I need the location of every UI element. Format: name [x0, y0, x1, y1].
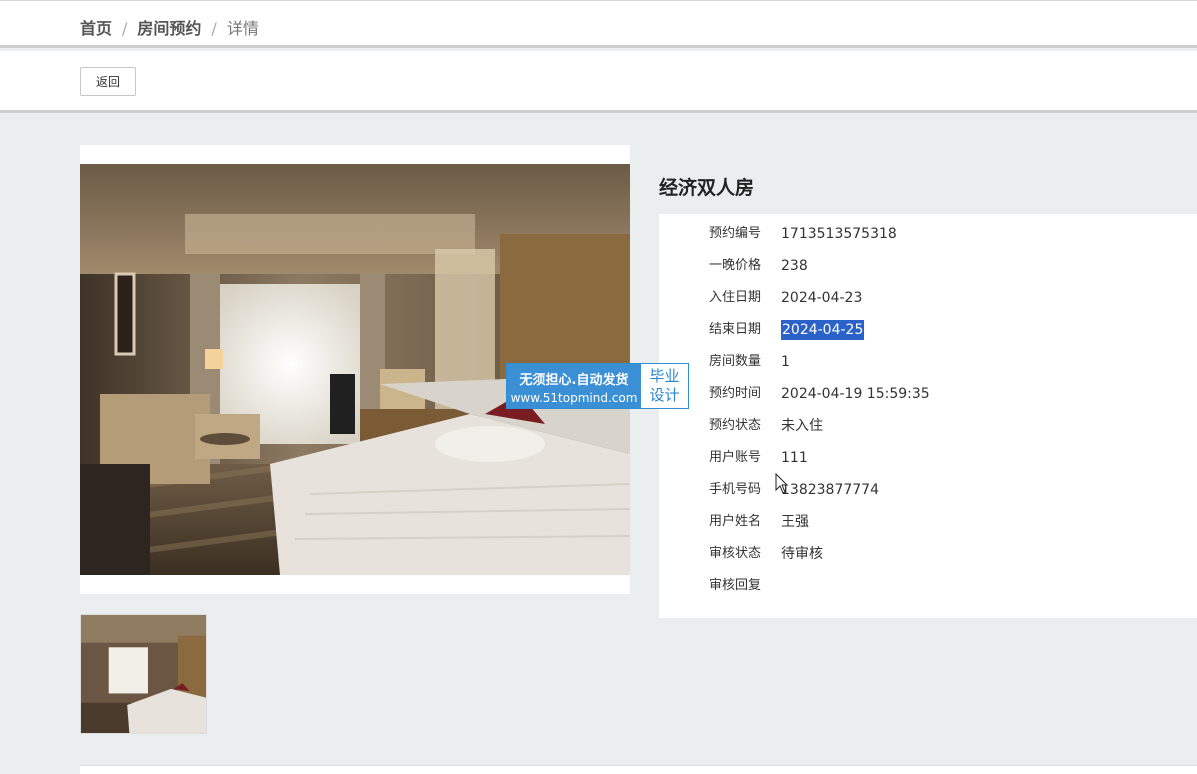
breadcrumb-home[interactable]: 首页 — [80, 19, 112, 38]
back-button[interactable]: 返回 — [80, 67, 136, 96]
info-row-price: 一晚价格 238 — [659, 250, 1197, 282]
breadcrumb-separator: / — [211, 19, 217, 38]
info-row-booking-time: 预约时间 2024-04-19 15:59:35 — [659, 378, 1197, 410]
info-value: 2024-04-19 15:59:35 — [781, 386, 930, 402]
info-row-user-account: 用户账号 111 — [659, 442, 1197, 474]
info-label: 预约编号 — [708, 226, 761, 241]
toolbar: 返回 — [0, 51, 1197, 113]
info-label: 审核回复 — [708, 578, 761, 593]
info-value-selected: 2024-04-25 — [781, 320, 865, 340]
info-value: 1 — [781, 354, 790, 370]
watermark-tag: 毕业 设计 — [641, 364, 688, 408]
info-label: 用户姓名 — [708, 514, 761, 529]
info-row-checkin-date: 入住日期 2024-04-23 — [659, 282, 1197, 314]
watermark-tag-bottom: 设计 — [649, 386, 680, 404]
breadcrumb-current: 详情 — [226, 19, 259, 38]
breadcrumb-bar: 首页 / 房间预约 / 详情 — [0, 0, 1197, 48]
info-label: 一晚价格 — [708, 258, 761, 273]
watermark-badge: 无须担心.自动发货 www.51topmind.com 毕业 设计 — [506, 363, 689, 409]
info-row-booking-status: 预约状态 未入住 — [659, 410, 1197, 442]
room-thumbnail[interactable] — [80, 614, 207, 734]
info-row-end-date: 结束日期 2024-04-25 — [659, 314, 1197, 346]
info-label: 预约状态 — [708, 418, 761, 433]
info-row-review-status: 审核状态 待审核 — [659, 538, 1197, 570]
breadcrumb: 首页 / 房间预约 / 详情 — [80, 15, 259, 39]
info-label: 审核状态 — [708, 546, 761, 561]
info-label: 结束日期 — [708, 322, 761, 337]
info-value: 13823877774 — [781, 482, 879, 498]
info-label: 用户账号 — [708, 450, 761, 465]
info-row-review-reply: 审核回复 — [659, 570, 1197, 602]
info-value: 1713513575318 — [781, 226, 897, 242]
room-title: 经济双人房 — [659, 177, 755, 199]
info-value: 238 — [781, 258, 808, 274]
booking-info-panel: 预约编号 1713513575318 一晚价格 238 入住日期 2024-04… — [659, 214, 1197, 618]
info-row-phone: 手机号码 13823877774 — [659, 474, 1197, 506]
mouse-cursor-icon — [775, 472, 789, 499]
info-label: 入住日期 — [708, 290, 761, 305]
info-value: 未入住 — [781, 418, 823, 434]
watermark-tag-top: 毕业 — [649, 367, 680, 385]
watermark-text: 无须担心.自动发货 www.51topmind.com — [507, 364, 641, 408]
info-row-booking-no: 预约编号 1713513575318 — [659, 218, 1197, 250]
info-row-room-count: 房间数量 1 — [659, 346, 1197, 378]
info-label: 预约时间 — [708, 386, 761, 401]
info-value: 待审核 — [781, 546, 823, 562]
info-value: 111 — [781, 450, 808, 466]
info-value: 2024-04-23 — [781, 290, 863, 306]
info-value: 王强 — [781, 514, 809, 530]
breadcrumb-room-booking[interactable]: 房间预约 — [137, 19, 201, 38]
info-row-user-name: 用户姓名 王强 — [659, 506, 1197, 538]
watermark-line1: 无须担心.自动发货 — [519, 373, 629, 388]
info-label: 房间数量 — [708, 354, 761, 369]
watermark-line2: www.51topmind.com — [510, 391, 638, 405]
breadcrumb-separator: / — [122, 19, 128, 38]
info-label: 手机号码 — [708, 482, 761, 497]
